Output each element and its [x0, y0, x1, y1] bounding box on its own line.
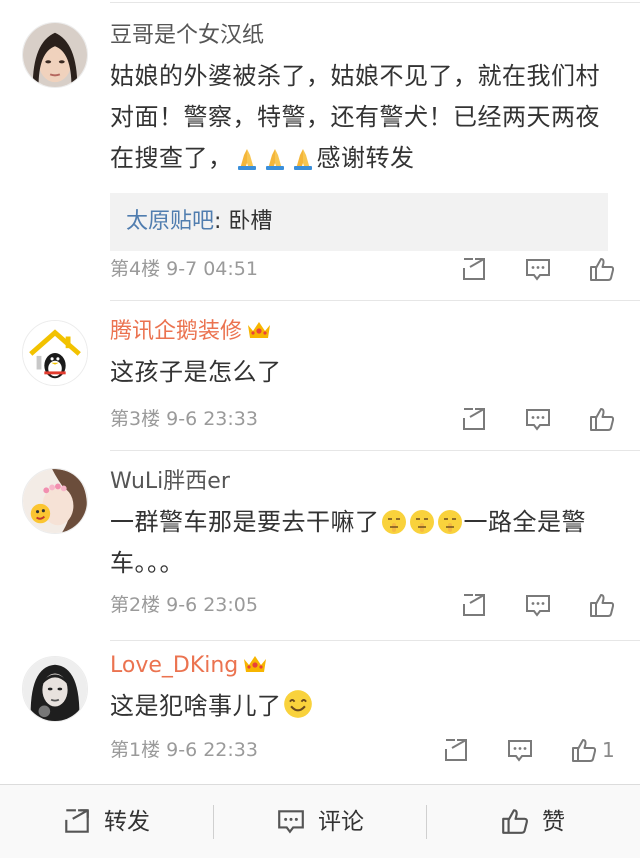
- floor-label: 第1楼: [110, 739, 161, 761]
- comment-icon[interactable]: [524, 255, 552, 283]
- comment-meta: 第1楼 9-6 22:33 1: [110, 733, 615, 767]
- like-icon[interactable]: [570, 736, 598, 764]
- avatar[interactable]: [22, 320, 88, 386]
- comment-text: 这是犯啥事儿了: [110, 686, 614, 727]
- comment-meta: 第4楼 9-7 04:51: [110, 252, 616, 286]
- shush-face-icon: [409, 509, 435, 535]
- floor-label: 第3楼: [110, 408, 161, 430]
- timestamp: 9-6 23:33: [166, 408, 258, 430]
- praying-hands-icon: [290, 145, 316, 171]
- repost-icon: [62, 806, 92, 836]
- like-icon[interactable]: [588, 591, 616, 619]
- shush-face-icon: [381, 509, 407, 535]
- comment-username[interactable]: 豆哥是个女汉纸: [110, 22, 614, 52]
- toolbar-separator: [426, 805, 427, 839]
- praying-hands-icon: [262, 145, 288, 171]
- repost-icon[interactable]: [460, 591, 488, 619]
- vip-crown-icon: [246, 319, 272, 341]
- like-label: 赞: [542, 809, 565, 835]
- username-text: Love_DKing: [110, 653, 239, 678]
- shush-face-icon: [437, 509, 463, 535]
- floor-label: 第4楼: [110, 258, 161, 280]
- comment-button[interactable]: 评论: [276, 785, 364, 859]
- comment-icon[interactable]: [524, 405, 552, 433]
- username-text: 腾讯企鹅装修: [110, 319, 243, 344]
- comment-text: 这孩子是怎么了: [110, 358, 282, 386]
- comment-meta: 第3楼 9-6 23:33: [110, 402, 616, 436]
- comment-floor-time: 第1楼 9-6 22:33: [110, 733, 258, 767]
- repost-label: 转发: [104, 809, 150, 835]
- quote-source-link[interactable]: 太原贴吧: [126, 209, 214, 234]
- comment-username[interactable]: WuLi胖西er: [110, 468, 614, 498]
- quote-text: : 卧槽: [214, 209, 273, 234]
- like-icon[interactable]: [588, 405, 616, 433]
- repost-icon[interactable]: [442, 736, 470, 764]
- toolbar-separator: [213, 805, 214, 839]
- repost-button[interactable]: 转发: [62, 785, 150, 859]
- avatar[interactable]: [22, 22, 88, 88]
- comment-item: 豆哥是个女汉纸 姑娘的外婆被杀了，姑娘不见了，就在我们村对面！警察，特警，还有警…: [0, 0, 640, 300]
- comment-text-part: 这是犯啥事儿了: [110, 692, 282, 720]
- like-icon[interactable]: [588, 255, 616, 283]
- comment-icon[interactable]: [524, 591, 552, 619]
- repost-icon[interactable]: [460, 255, 488, 283]
- smile-face-icon: [283, 689, 313, 719]
- comment-item: Love_DKing 这是犯啥事儿了 第1楼 9-6 22:33 1: [0, 640, 640, 784]
- comment-label: 评论: [318, 809, 364, 835]
- vip-crown-icon: [242, 653, 268, 675]
- quoted-comment[interactable]: 太原贴吧: 卧槽: [110, 193, 608, 251]
- avatar[interactable]: [22, 656, 88, 722]
- like-count: 1: [602, 738, 615, 762]
- comment-text-part: 一群警车那是要去干嘛了: [110, 508, 380, 536]
- comment-item: WuLi胖西er 一群警车那是要去干嘛了 一路全是警车。。。 第2楼 9-6 23…: [0, 450, 640, 640]
- bottom-toolbar: 转发 评论 赞: [0, 784, 640, 858]
- comment-meta: 第2楼 9-6 23:05: [110, 588, 616, 622]
- comment-text: 一群警车那是要去干嘛了 一路全是警车。。。: [110, 502, 614, 584]
- comment-text-part: 感谢转发: [316, 144, 415, 172]
- comment-floor-time: 第4楼 9-7 04:51: [110, 252, 258, 286]
- comment-item: 腾讯企鹅装修 这孩子是怎么了 第3楼 9-6 23:33: [0, 300, 640, 450]
- like-button[interactable]: 赞: [500, 785, 565, 859]
- comment-floor-time: 第2楼 9-6 23:05: [110, 588, 258, 622]
- comment-username[interactable]: Love_DKing: [110, 652, 614, 682]
- comment-text: 姑娘的外婆被杀了，姑娘不见了，就在我们村对面！警察，特警，还有警犬！已经两天两夜…: [110, 56, 600, 179]
- timestamp: 9-7 04:51: [166, 258, 258, 280]
- timestamp: 9-6 23:05: [166, 594, 258, 616]
- comment-icon: [276, 806, 306, 836]
- comment-floor-time: 第3楼 9-6 23:33: [110, 402, 258, 436]
- timestamp: 9-6 22:33: [166, 739, 258, 761]
- floor-label: 第2楼: [110, 594, 161, 616]
- like-icon: [500, 806, 530, 836]
- praying-hands-icon: [234, 145, 260, 171]
- comment-username[interactable]: 腾讯企鹅装修: [110, 318, 614, 348]
- repost-icon[interactable]: [460, 405, 488, 433]
- comment-icon[interactable]: [506, 736, 534, 764]
- avatar[interactable]: [22, 468, 88, 534]
